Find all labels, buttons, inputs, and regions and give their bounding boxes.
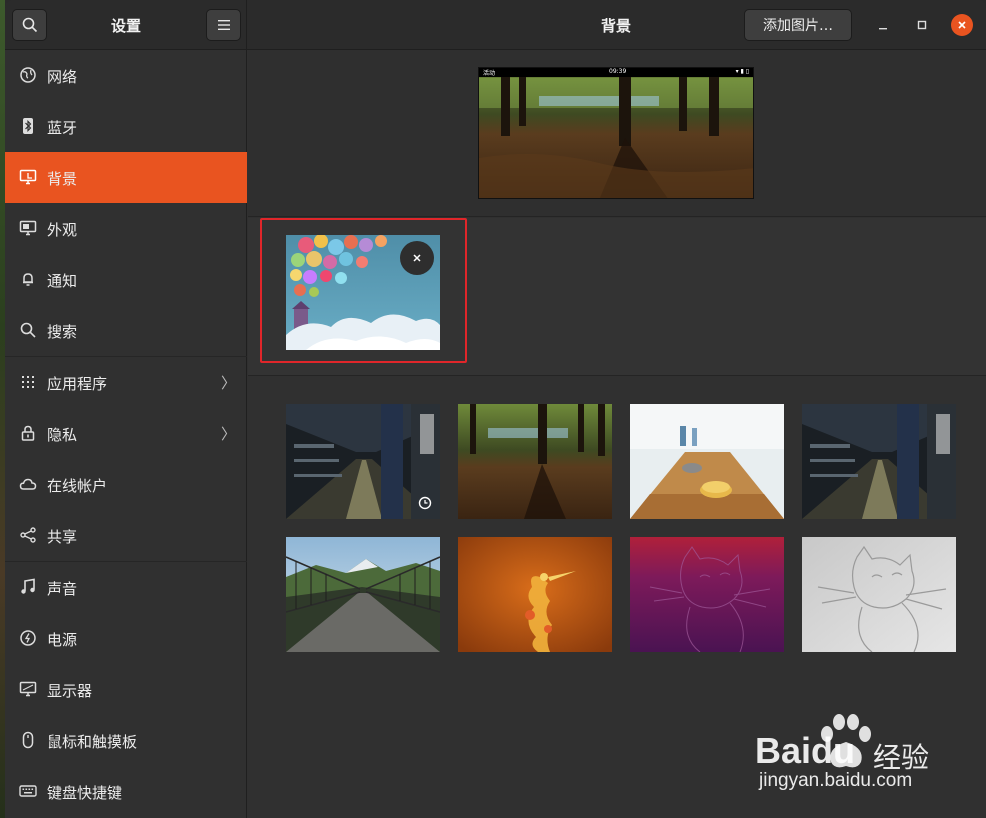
- search-button[interactable]: [12, 9, 47, 41]
- add-picture-button[interactable]: 添加图片…: [744, 9, 852, 41]
- mouse-icon: [22, 731, 34, 749]
- forest-shadows-image: [479, 68, 753, 198]
- sidebar-item-appearance[interactable]: 外观: [5, 203, 247, 254]
- background-icon: [19, 169, 37, 185]
- sidebar-item-bluetooth[interactable]: 蓝牙: [5, 101, 247, 152]
- preview-top-bar: 活动 09:39 ▾ ▮ ▯: [479, 68, 753, 77]
- sidebar-item-network[interactable]: 网络: [5, 50, 247, 101]
- wallpaper-thumbnail[interactable]: [458, 537, 612, 652]
- display-icon: [19, 681, 37, 697]
- minimize-button[interactable]: [872, 14, 894, 36]
- apps-grid-icon: [22, 376, 34, 388]
- watermark-brand-du: du: [811, 730, 856, 771]
- sidebar-item-label: 隐私: [47, 426, 78, 444]
- watermark-brand: Baidu: [755, 730, 855, 772]
- sidebar-item-label: 电源: [47, 631, 78, 649]
- watermark-brand-text: Bai: [755, 730, 812, 771]
- menu-button[interactable]: [206, 9, 241, 41]
- hamburger-menu-icon: [217, 20, 230, 30]
- sidebar-item-search[interactable]: 搜索: [5, 305, 247, 356]
- lock-icon: [21, 425, 35, 441]
- sidebar-item-displays[interactable]: 显示器: [5, 664, 247, 715]
- sidebar-item-label: 蓝牙: [47, 119, 78, 137]
- maximize-icon: [917, 20, 927, 30]
- subway-station-image: [802, 404, 956, 519]
- sidebar-item-mouse-touchpad[interactable]: 鼠标和触摸板: [5, 715, 247, 766]
- bluetooth-icon: [23, 118, 33, 134]
- current-wallpaper-preview: 活动 09:39 ▾ ▮ ▯: [478, 67, 754, 199]
- preview-clock: 09:39: [609, 68, 627, 75]
- wallpaper-thumbnail[interactable]: [458, 404, 612, 519]
- background-panel: 活动 09:39 ▾ ▮ ▯: [248, 50, 986, 818]
- sidebar: 网络 蓝牙 背景 外观 通知 搜索 应用程序 〉 隐私 〉 在线帐户 共享 声音…: [5, 50, 247, 818]
- sidebar-item-applications[interactable]: 应用程序 〉: [5, 357, 247, 408]
- sidebar-title: 设置: [111, 17, 142, 35]
- music-note-icon: [21, 578, 35, 594]
- appearance-icon: [19, 220, 37, 236]
- wallpaper-thumbnail[interactable]: [802, 404, 956, 519]
- sidebar-item-label: 鼠标和触摸板: [47, 733, 138, 751]
- sidebar-item-label: 声音: [47, 580, 78, 598]
- sidebar-item-sharing[interactable]: 共享: [5, 510, 247, 561]
- search-icon: [22, 17, 37, 33]
- sidebar-item-sound[interactable]: 声音: [5, 562, 247, 613]
- keyboard-icon: [19, 785, 37, 797]
- sidebar-item-notifications[interactable]: 通知: [5, 254, 247, 305]
- sidebar-item-label: 显示器: [47, 682, 93, 700]
- wallpaper-thumbnail[interactable]: [286, 404, 440, 519]
- wallpaper-thumbnail[interactable]: [630, 404, 784, 519]
- watermark-url: jingyan.baidu.com: [759, 770, 913, 791]
- wallpaper-preview-area: 活动 09:39 ▾ ▮ ▯: [248, 50, 986, 217]
- sidebar-item-label: 键盘快捷键: [47, 784, 123, 802]
- power-icon: [20, 630, 36, 646]
- wallpaper-thumbnail[interactable]: [802, 537, 956, 652]
- sidebar-item-label: 外观: [47, 221, 78, 239]
- wallpaper-thumbnail[interactable]: [286, 537, 440, 652]
- preview-activities-label: 活动: [483, 70, 496, 77]
- sidebar-item-label: 搜索: [47, 323, 78, 341]
- wallpaper-thumbnail[interactable]: [630, 537, 784, 652]
- chevron-right-icon: 〉: [221, 425, 237, 443]
- bell-icon: [23, 273, 33, 286]
- close-icon: [958, 21, 966, 29]
- sidebar-item-label: 应用程序: [47, 375, 108, 393]
- share-icon: [20, 527, 36, 543]
- sidebar-item-label: 共享: [47, 528, 78, 546]
- sidebar-item-label: 在线帐户: [47, 477, 108, 495]
- close-button[interactable]: [951, 14, 973, 36]
- suspension-bridge-image: [286, 537, 440, 652]
- cloud-icon: [19, 478, 37, 490]
- chevron-right-icon: 〉: [221, 374, 237, 392]
- header-bar: 设置 背景 添加图片…: [5, 0, 986, 50]
- shuffleboard-table-image: [630, 404, 784, 519]
- minimize-icon: [879, 28, 887, 30]
- sidebar-item-label: 通知: [47, 272, 78, 290]
- clock-icon: [418, 496, 432, 510]
- sidebar-item-background[interactable]: 背景: [5, 152, 247, 203]
- sidebar-item-privacy[interactable]: 隐私 〉: [5, 408, 247, 459]
- orange-crane-art-image: [458, 537, 612, 652]
- grey-fossa-image: [802, 537, 956, 652]
- settings-window: 设置 背景 添加图片… 网络 蓝牙 背景 外观 通知 搜索 应用程序 〉 隐私 …: [5, 0, 986, 818]
- purple-fossa-image: [630, 537, 784, 652]
- preview-status-icons: ▾ ▮ ▯: [735, 68, 749, 75]
- sidebar-item-keyboard-shortcuts[interactable]: 键盘快捷键: [5, 766, 247, 817]
- subway-station-image: [286, 404, 440, 519]
- baidu-jingyan-watermark: Baidu 经验 jingyan.baidu.com: [755, 712, 975, 794]
- sidebar-item-power[interactable]: 电源: [5, 613, 247, 664]
- sidebar-item-label: 背景: [47, 170, 78, 188]
- page-title: 背景: [601, 17, 632, 35]
- sidebar-header: 设置: [5, 0, 247, 50]
- sidebar-item-online-accounts[interactable]: 在线帐户: [5, 459, 247, 510]
- custom-wallpapers-area: [248, 218, 986, 376]
- remove-wallpaper-button[interactable]: [400, 241, 434, 275]
- close-icon: [413, 254, 421, 262]
- forest-shadows-image: [458, 404, 612, 519]
- search-icon: [20, 322, 36, 338]
- maximize-button[interactable]: [911, 14, 933, 36]
- network-icon: [20, 67, 36, 83]
- sidebar-item-label: 网络: [47, 68, 78, 86]
